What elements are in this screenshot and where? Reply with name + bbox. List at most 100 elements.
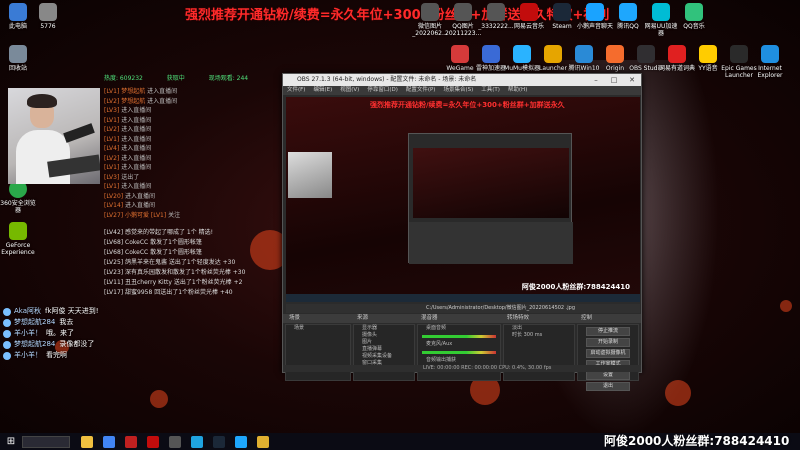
desktop-icon-360-browser[interactable]: 360安全浏览器: [0, 180, 36, 214]
gift-line: [LV68] CokeCC 散发了1个圆形帐篷: [104, 249, 202, 256]
mixer-dock[interactable]: 桌面音频 麦克风/Aux 音频输出捕获: [417, 324, 501, 381]
chat-text: 送出了: [121, 173, 140, 181]
chat-text: 进入直播间: [121, 183, 152, 190]
transition-dock[interactable]: 淡出 时长 300 ms: [503, 324, 575, 381]
menu-item[interactable]: 配置文件(P): [406, 87, 436, 93]
source-item[interactable]: 直播弹幕: [354, 346, 414, 353]
avatar: [3, 340, 11, 349]
close-icon[interactable]: ✕: [623, 74, 641, 86]
app-icon: [421, 3, 439, 21]
obs-statusbar: LIVE: 00:00:00 REC: 00:00:00 CPU: 0.4%, …: [283, 365, 641, 372]
app-icon: [761, 45, 779, 63]
chat-line: [LV1] 进入直播间: [104, 116, 244, 126]
maximize-icon[interactable]: □: [605, 74, 623, 86]
source-item[interactable]: 视频采集设备: [354, 353, 414, 360]
menu-item[interactable]: 视图(V): [340, 87, 359, 93]
gift-line: [LV23] 深有真乐园散发和散发了1个粉丝荧光棒 +30: [104, 269, 246, 276]
menu-item[interactable]: 场景集合(S): [443, 87, 473, 93]
transition-duration[interactable]: 300 ms: [524, 332, 543, 338]
dock-tab[interactable]: 混音器: [417, 314, 438, 323]
chat-text: 进入直播间: [121, 145, 152, 152]
danmu-text: 录像都没了: [59, 340, 95, 348]
desktop-icon-recycle-bin[interactable]: 回收站: [0, 45, 36, 72]
ember-decoration: [780, 300, 792, 312]
menu-item[interactable]: 编辑(E): [313, 87, 332, 93]
desktop-icon[interactable]: 微信图片_2022062...: [412, 3, 448, 37]
dock-tab[interactable]: 场景: [285, 314, 300, 323]
source-item[interactable]: 摄像头: [354, 332, 414, 339]
desktop-icon[interactable]: QQ音乐: [676, 3, 712, 30]
app-icon: [487, 3, 505, 21]
control-button[interactable]: 开始录制: [586, 338, 630, 347]
source-item[interactable]: 显示器: [354, 325, 414, 332]
dock-tab[interactable]: 来源: [353, 314, 368, 323]
chat-line: [LV1] 进入直播间: [104, 163, 244, 173]
chat-feed: [LV1] 梦想起航 进入直播间 [LV2] 梦想起航 进入直播间 [LV3] 进入…: [104, 87, 244, 220]
qq-icon[interactable]: [235, 435, 247, 448]
chat-line: [LV3] 进入直播间: [104, 106, 244, 116]
desktop-icon[interactable]: 小鹅声音聊天: [577, 3, 613, 30]
obs-window[interactable]: OBS 27.1.3 (64-bit, windows) - 配置文件: 未命名…: [282, 73, 642, 391]
menu-item[interactable]: 工具(T): [481, 87, 500, 93]
source-item[interactable]: 图片: [354, 339, 414, 346]
desktop-icon[interactable]: _3332222...: [478, 3, 514, 30]
file-explorer-icon[interactable]: [81, 435, 93, 448]
desktop-icon[interactable]: 腾讯QQ: [610, 3, 646, 30]
chat-text: 关注: [168, 211, 181, 219]
sources-dock[interactable]: 显示器 摄像头 图片 直播弹幕 视频采集设备 窗口采集: [353, 324, 415, 381]
start-button[interactable]: ⊞: [0, 433, 22, 450]
mixer-channel-name: 麦克风/Aux: [426, 341, 453, 347]
obs-preview[interactable]: 强烈推荐开通钻粉/续费=永久年位+300+粉丝群+加群送永久 阿俊2000人粉丝…: [286, 97, 640, 302]
scene-item[interactable]: 场景: [286, 325, 350, 332]
control-button[interactable]: 停止推流: [586, 327, 630, 336]
desktop-icon[interactable]: Internet Explorer: [752, 45, 788, 79]
menu-item[interactable]: 帮助(H): [508, 87, 527, 93]
obs-titlebar[interactable]: OBS 27.1.3 (64-bit, windows) - 配置文件: 未命名…: [283, 74, 641, 86]
app-icon: [652, 3, 670, 21]
scenes-dock[interactable]: 场景: [285, 324, 351, 381]
obs-icon[interactable]: [169, 435, 181, 448]
folder-icon[interactable]: [257, 435, 269, 448]
desktop-icon[interactable]: QQ图片 20211223...: [445, 3, 481, 37]
online-stat: 现场观看: 244: [208, 75, 249, 82]
control-button[interactable]: 启动虚拟摄像机: [586, 349, 630, 358]
controls-dock: 停止推流 开始录制 启动虚拟摄像机 工作室模式 设置 退出: [577, 324, 639, 391]
chat-user: [LV2] 梦想起航: [104, 97, 146, 105]
chat-text: 进入直播间: [121, 107, 152, 114]
dock-tab[interactable]: 转场特效: [503, 314, 529, 323]
desktop-icon-file[interactable]: 5776: [30, 3, 66, 30]
recycle-bin-icon: [9, 45, 27, 63]
desktop-icon-label: 腾讯QQ: [617, 23, 639, 30]
danmu-user: 梦想起航284: [14, 318, 56, 326]
desktop-icon[interactable]: 网易云音乐: [511, 3, 547, 30]
chrome-icon[interactable]: [103, 435, 115, 448]
chat-user: [LV14]: [104, 202, 124, 209]
ember-decoration: [665, 380, 691, 406]
stream-stats: 热度: 609232 获取中 现场观看: 244: [104, 73, 270, 82]
menu-item[interactable]: 文件(F): [287, 87, 305, 93]
steam-icon[interactable]: [213, 435, 225, 448]
netease-music-icon[interactable]: [147, 435, 159, 448]
desktop-icon[interactable]: 网易UU加速器: [643, 3, 679, 37]
chat-user: [LV2]: [104, 154, 120, 162]
chat-text: 进入直播间: [121, 135, 152, 143]
minimize-icon[interactable]: –: [587, 74, 605, 86]
avatar: [3, 318, 11, 327]
dock-tab[interactable]: 控制: [577, 314, 592, 323]
desktop-icon[interactable]: Steam: [544, 3, 580, 30]
desktop-icon-label: QQ音乐: [683, 23, 705, 30]
edge-icon[interactable]: [191, 435, 203, 448]
app-icon-red[interactable]: [125, 435, 137, 448]
search-input[interactable]: [22, 435, 70, 448]
desktop-icon-geforce[interactable]: GeForce Experience: [0, 222, 36, 256]
control-button[interactable]: 退出: [586, 382, 630, 391]
app-icon: [482, 45, 500, 63]
danmu-row: 梦想起航284 录像都没了: [3, 339, 99, 350]
app-icon: [575, 45, 593, 63]
avatar: [3, 307, 11, 316]
desktop-icon-label: Steam: [552, 23, 572, 30]
transition-name[interactable]: 淡出: [504, 325, 574, 332]
control-button[interactable]: 设置: [586, 371, 630, 380]
menu-item[interactable]: 停靠窗口(D): [367, 87, 398, 93]
app-icon: [553, 3, 571, 21]
